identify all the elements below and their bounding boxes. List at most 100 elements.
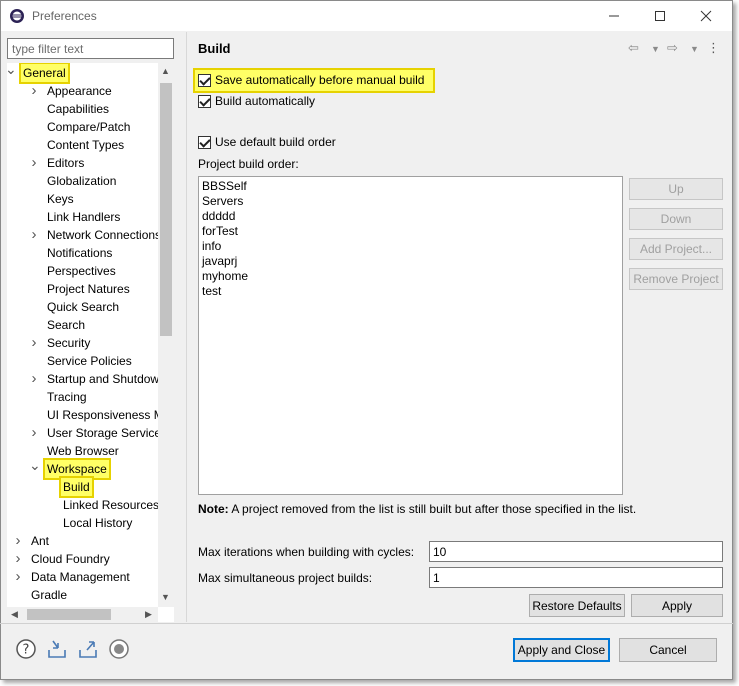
back-dropdown-icon[interactable]: ▼ xyxy=(651,44,660,54)
scroll-up-icon[interactable]: ▲ xyxy=(161,66,170,76)
up-button[interactable]: Up xyxy=(629,178,723,200)
record-icon[interactable] xyxy=(108,638,130,660)
tree-item-editors[interactable]: › Editors xyxy=(32,154,86,172)
chevron-right-icon[interactable]: › xyxy=(13,532,23,550)
tree-item-label: Search xyxy=(47,318,86,332)
tree-item-gradle[interactable]: Gradle xyxy=(29,586,69,604)
scroll-right-icon[interactable]: ▶ xyxy=(145,609,152,620)
scroll-left-icon[interactable]: ◀ xyxy=(11,609,18,620)
list-item[interactable]: javaprj xyxy=(202,254,619,269)
tree-item-network-connections[interactable]: › Network Connections xyxy=(32,226,163,244)
tree-item-data-management[interactable]: › Data Management xyxy=(16,568,132,586)
add-project-button[interactable]: Add Project... xyxy=(629,238,723,260)
tree-item-user-storage-service[interactable]: › User Storage Service xyxy=(32,424,163,442)
tree-vertical-scroll-thumb[interactable] xyxy=(160,83,172,336)
tree-item-label: Network Connections xyxy=(47,228,162,242)
save-before-build-checkbox[interactable]: Save automatically before manual build xyxy=(198,71,424,89)
apply-and-close-button[interactable]: Apply and Close xyxy=(513,638,610,662)
tree-item-label: Notifications xyxy=(47,246,113,260)
project-build-order-list[interactable]: BBSSelf Servers ddddd forTest info javaprj myh… xyxy=(198,176,623,495)
remove-project-button[interactable]: Remove Project xyxy=(629,268,723,290)
tree-item-label: Startup and Shutdown xyxy=(47,372,166,386)
tree-horizontal-scroll-thumb[interactable] xyxy=(27,609,111,620)
use-default-order-checkbox[interactable]: Use default build order xyxy=(198,133,336,151)
minimize-button[interactable] xyxy=(591,1,637,31)
tree-item-quick-search[interactable]: Quick Search xyxy=(45,298,121,316)
tree-item-project-natures[interactable]: Project Natures xyxy=(45,280,132,298)
tree-item-search[interactable]: Search xyxy=(45,316,87,334)
view-menu-icon[interactable]: ⋮ xyxy=(707,40,720,56)
tree-item-capabilities[interactable]: Capabilities xyxy=(45,100,111,118)
build-automatically-checkbox[interactable]: Build automatically xyxy=(198,92,315,110)
tree-item-notifications[interactable]: Notifications xyxy=(45,244,114,262)
chevron-right-icon[interactable]: › xyxy=(29,334,39,352)
tree-item-label: Build xyxy=(63,480,90,494)
back-nav-icon[interactable]: ⇦ xyxy=(628,40,639,56)
list-item[interactable]: info xyxy=(202,239,619,254)
tree-item-local-history[interactable]: Local History xyxy=(61,514,134,532)
forward-nav-icon[interactable]: ⇨ xyxy=(667,40,678,56)
tree-item-label: Service Policies xyxy=(47,354,132,368)
tree-item-service-policies[interactable]: Service Policies xyxy=(45,352,134,370)
chevron-down-icon[interactable]: ⌄ xyxy=(7,63,17,82)
tree-item-label: Editors xyxy=(47,156,85,170)
chevron-right-icon[interactable]: › xyxy=(29,226,39,244)
restore-defaults-button[interactable]: Restore Defaults xyxy=(529,594,625,617)
tree-item-keys[interactable]: Keys xyxy=(45,190,76,208)
tree-item-build[interactable]: Build xyxy=(59,476,94,498)
tree-item-appearance[interactable]: › Appearance xyxy=(32,82,114,100)
filter-input[interactable] xyxy=(7,38,174,59)
forward-dropdown-icon[interactable]: ▼ xyxy=(690,44,699,54)
import-icon[interactable] xyxy=(46,638,68,660)
maximize-button[interactable] xyxy=(637,1,683,31)
checkbox-checked-icon xyxy=(198,94,211,108)
scroll-down-icon[interactable]: ▼ xyxy=(161,592,170,602)
chevron-right-icon[interactable]: › xyxy=(13,568,23,586)
max-iterations-input[interactable] xyxy=(429,541,723,562)
tree-item-label: Web Browser xyxy=(47,444,119,458)
close-button[interactable] xyxy=(683,1,729,31)
cancel-button[interactable]: Cancel xyxy=(619,638,717,662)
tree-item-label: User Storage Service xyxy=(47,426,162,440)
tree-item-general[interactable]: ⌄ General xyxy=(7,63,70,84)
tree-item-label: Quick Search xyxy=(47,300,120,314)
chevron-right-icon[interactable]: › xyxy=(29,370,39,388)
checkbox-checked-icon xyxy=(198,135,211,149)
tree-item-label: Keys xyxy=(47,192,74,206)
tree-item-link-handlers[interactable]: Link Handlers xyxy=(45,208,122,226)
list-item[interactable]: BBSSelf xyxy=(202,179,619,194)
down-button[interactable]: Down xyxy=(629,208,723,230)
export-icon[interactable] xyxy=(77,638,99,660)
chevron-down-icon[interactable]: ⌄ xyxy=(29,458,41,478)
tree-item-workspace[interactable]: ⌄ Workspace xyxy=(29,458,111,480)
list-item[interactable]: Servers xyxy=(202,194,619,209)
apply-button[interactable]: Apply xyxy=(631,594,723,617)
tree-item-compare-patch[interactable]: Compare/Patch xyxy=(45,118,132,136)
tree-item-perspectives[interactable]: Perspectives xyxy=(45,262,118,280)
tree-item-ui-responsiveness-m[interactable]: UI Responsiveness M xyxy=(45,406,166,424)
tree-item-globalization[interactable]: Globalization xyxy=(45,172,118,190)
tree-item-ant[interactable]: › Ant xyxy=(16,532,51,550)
eclipse-app-icon xyxy=(10,9,24,23)
tree-item-security[interactable]: › Security xyxy=(32,334,92,352)
build-automatically-label: Build automatically xyxy=(215,94,316,108)
tree-item-label: Data Management xyxy=(31,570,130,584)
list-item[interactable]: myhome xyxy=(202,269,619,284)
tree-item-startup-and-shutdown[interactable]: › Startup and Shutdown xyxy=(32,370,168,388)
help-icon[interactable]: ? xyxy=(15,638,37,660)
list-item[interactable]: ddddd xyxy=(202,209,619,224)
max-simultaneous-input[interactable] xyxy=(429,567,723,588)
list-item[interactable]: forTest xyxy=(202,224,619,239)
tree-item-linked-resources[interactable]: Linked Resources xyxy=(61,496,161,514)
chevron-right-icon[interactable]: › xyxy=(29,154,39,172)
chevron-right-icon[interactable]: › xyxy=(13,550,23,568)
chevron-right-icon[interactable]: › xyxy=(29,82,39,100)
list-item[interactable]: test xyxy=(202,284,619,299)
tree-item-content-types[interactable]: Content Types xyxy=(45,136,126,154)
tree-item-label: Perspectives xyxy=(47,264,116,278)
tree-item-web-browser[interactable]: Web Browser xyxy=(45,442,121,460)
tree-item-cloud-foundry[interactable]: › Cloud Foundry xyxy=(16,550,112,568)
tree-item-tracing[interactable]: Tracing xyxy=(45,388,89,406)
chevron-right-icon[interactable]: › xyxy=(29,424,39,442)
preference-tree: ⌄ General › Appearance Capabilities Compare/P… xyxy=(7,63,174,622)
